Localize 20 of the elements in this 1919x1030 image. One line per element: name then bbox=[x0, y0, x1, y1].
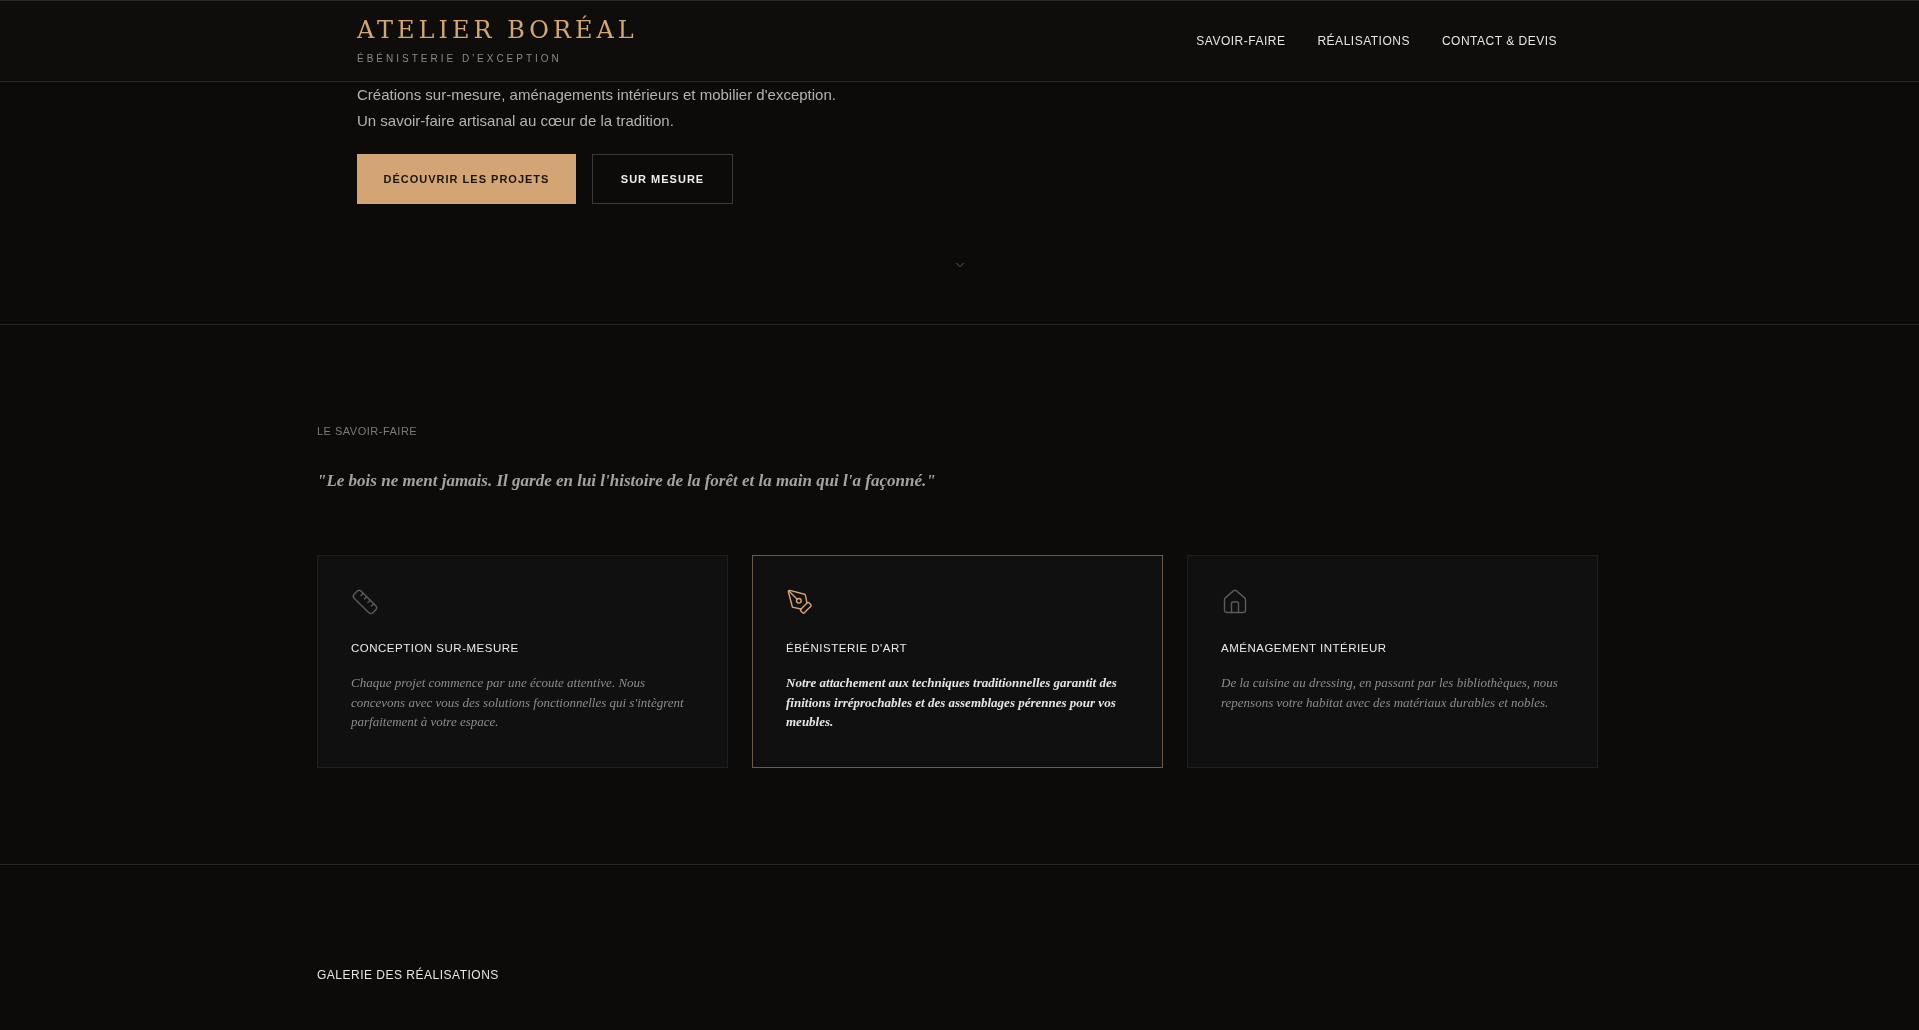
nav-link[interactable]: SAVOIR-FAIRE bbox=[1196, 32, 1286, 50]
nav-link[interactable]: CONTACT & DEVIS bbox=[1441, 32, 1557, 50]
hero-text: Créations sur-mesure, aménagements intérieurs et mobilier d'exception. bbox=[357, 85, 837, 105]
card-description: Chaque projet commence par une écoute attentive. Nous concevons avec vous des solutions fonctionnelles qui s'intègrent parfaitement à votre espace. bbox=[351, 674, 685, 732]
section-label: LE SAVOIR-FAIRE bbox=[317, 424, 419, 439]
house-icon bbox=[1221, 588, 1249, 616]
card-description: Notre attachement aux techniques traditionnelles garantit des finitions irréprochables et des assemblages pérennes pour vos meubles. bbox=[786, 674, 1118, 732]
nav-link[interactable]: RÉALISATIONS bbox=[1317, 32, 1410, 50]
card-title: CONCEPTION SUR-MESURE bbox=[351, 641, 520, 656]
pen-nib-icon bbox=[786, 588, 814, 616]
card-description: De la cuisine au dressing, en passant par les bibliothèques, nous repensons votre habitat avec des matériaux durables et nobles. bbox=[1221, 674, 1559, 712]
section-title: GALERIE DES RÉALISATIONS bbox=[317, 968, 499, 982]
quote: "Le bois ne ment jamais. Il garde en lui l'histoire de la forêt et la main qui l'a façonné." bbox=[317, 469, 937, 492]
ruler-icon bbox=[351, 588, 379, 616]
custom-button[interactable]: SUR MESURE bbox=[592, 154, 733, 204]
discover-button[interactable]: DÉCOUVRIR LES PROJETS bbox=[357, 154, 576, 204]
card-title: ÉBÉNISTERIE D'ART bbox=[786, 641, 909, 656]
tagline: ÉBÉNISTERIE D'EXCEPTION bbox=[357, 54, 563, 64]
hero-text: Un savoir-faire artisanal au cœur de la tradition. bbox=[357, 111, 675, 131]
card-title: AMÉNAGEMENT INTÉRIEUR bbox=[1221, 641, 1388, 656]
